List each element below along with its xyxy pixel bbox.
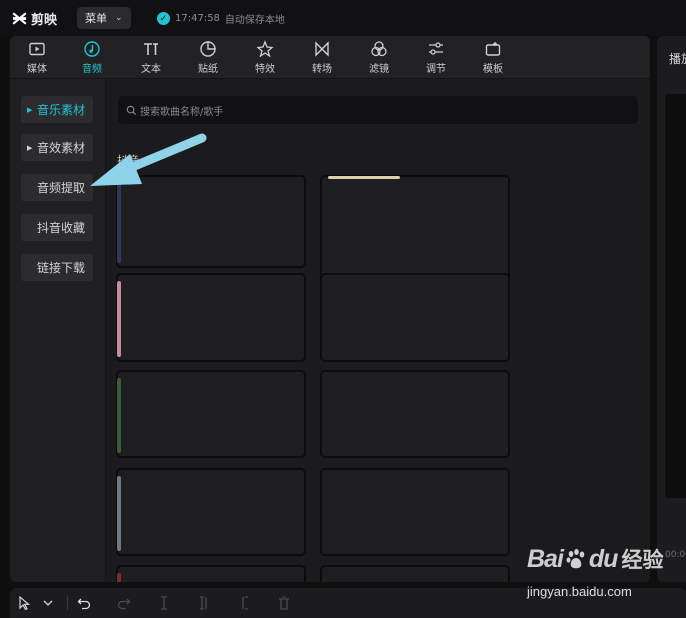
caret-right-icon: ▶	[27, 105, 33, 114]
section-label: 抖音	[117, 154, 139, 167]
sidebar-item-link-download[interactable]: 链接下载	[21, 254, 93, 281]
cover-thumbnail	[117, 183, 121, 263]
top-bar: 剪映 菜单 ⌄ ✓ 17:47:58 自动保存本地	[0, 0, 686, 36]
player-panel: 播放器 00:00	[657, 36, 686, 582]
search-icon	[126, 105, 137, 115]
save-time: 17:47:58	[175, 13, 220, 24]
sidebar-item-douyin-favorites[interactable]: 抖音收藏	[21, 214, 93, 241]
adjust-icon	[429, 42, 443, 55]
player-title: 播放器	[669, 52, 686, 66]
search-input[interactable]: 搜索歌曲名称/歌手	[118, 96, 638, 124]
paw-icon	[566, 549, 585, 569]
music-card[interactable]	[116, 273, 306, 362]
watermark-brand: Bai du 经验	[527, 544, 663, 574]
tab-label: 滤镜	[369, 64, 389, 75]
tab-audio[interactable]: 音频	[69, 40, 115, 75]
tab-label: 贴纸	[198, 64, 218, 75]
tab-label: 转场	[312, 64, 332, 75]
tab-media[interactable]: 媒体	[14, 40, 60, 75]
sidebar-item-label: 抖音收藏	[37, 221, 86, 235]
cover-thumbnail	[117, 378, 121, 453]
music-content: 搜索歌曲名称/歌手 抖音	[106, 79, 650, 582]
sidebar-item-label: 音频提取	[37, 181, 86, 195]
music-card[interactable]	[116, 468, 306, 556]
delete-icon[interactable]	[276, 595, 292, 611]
menu-label: 菜单	[85, 12, 107, 25]
chevron-down-icon[interactable]	[40, 595, 56, 611]
trim-right-icon[interactable]	[236, 595, 252, 611]
music-card[interactable]	[320, 565, 510, 582]
effects-icon	[256, 40, 274, 58]
tab-label: 调节	[426, 64, 446, 75]
baidu-watermark: Bai du 经验 jingyan.baidu.com	[527, 544, 677, 606]
music-card[interactable]	[320, 468, 510, 556]
menu-button[interactable]: 菜单 ⌄	[77, 7, 131, 29]
music-card[interactable]	[116, 565, 306, 582]
sidebar-item-audio-extract[interactable]: 音频提取	[21, 174, 93, 201]
template-icon	[485, 42, 501, 56]
text-icon	[144, 43, 158, 55]
sidebar-item-sound-effects[interactable]: ▶ 音效素材	[21, 134, 93, 161]
tab-transition[interactable]: 转场	[299, 40, 345, 75]
save-text: 自动保存本地	[224, 15, 285, 26]
cover-thumbnail	[117, 573, 121, 582]
filter-icon	[371, 41, 387, 57]
audio-sidebar: ▶ 音乐素材 ▶ 音效素材 音频提取 抖音收藏 链接下载	[10, 79, 106, 582]
tab-label: 文本	[141, 64, 161, 75]
sidebar-item-label: 链接下载	[37, 261, 86, 275]
caret-right-icon: ▶	[27, 143, 33, 152]
check-icon: ✓	[157, 12, 170, 25]
redo-icon[interactable]	[116, 595, 132, 611]
toolbar-divider	[67, 596, 68, 610]
save-status: ✓ 17:47:58 自动保存本地	[157, 11, 285, 26]
player-viewport[interactable]	[665, 94, 686, 498]
capcut-logo-icon	[12, 12, 27, 25]
chevron-down-icon: ⌄	[115, 13, 123, 23]
tab-label: 媒体	[27, 64, 47, 75]
watermark-brand-left: Bai	[527, 544, 564, 573]
sticker-icon	[200, 41, 216, 57]
resource-panel: 媒体 音频 文本 贴纸 特效 转场 滤镜 调节 模板 ▶ 音乐素材 ▶ 音效素材…	[10, 36, 650, 582]
music-card[interactable]	[320, 273, 510, 362]
tab-label: 特效	[255, 64, 275, 75]
tab-text[interactable]: 文本	[128, 40, 174, 75]
tab-template[interactable]: 模板	[470, 40, 516, 75]
undo-icon[interactable]	[76, 595, 92, 611]
tab-effects[interactable]: 特效	[242, 40, 288, 75]
app-name: 剪映	[31, 13, 58, 28]
watermark-brand-right: du	[588, 544, 619, 573]
music-card[interactable]	[116, 175, 306, 268]
audio-icon	[84, 41, 100, 57]
sidebar-item-label: 音乐素材	[37, 103, 86, 117]
cover-thumbnail	[117, 281, 121, 357]
select-cursor-icon[interactable]	[17, 595, 33, 611]
split-icon[interactable]	[156, 595, 172, 611]
tab-adjust[interactable]: 调节	[413, 40, 459, 75]
music-card[interactable]	[116, 370, 306, 458]
sidebar-item-music[interactable]: ▶ 音乐素材	[21, 96, 93, 123]
tab-filter[interactable]: 滤镜	[356, 40, 402, 75]
watermark-brand-cn: 经验	[621, 548, 664, 572]
tab-label: 模板	[483, 64, 503, 75]
watermark-url: jingyan.baidu.com	[527, 584, 632, 599]
app-logo: 剪映	[12, 9, 57, 28]
search-placeholder: 搜索歌曲名称/歌手	[140, 106, 224, 118]
trim-left-icon[interactable]	[196, 595, 212, 611]
sidebar-item-label: 音效素材	[37, 141, 86, 155]
tab-label: 音频	[82, 64, 102, 75]
tab-sticker[interactable]: 贴纸	[185, 40, 231, 75]
transition-icon	[315, 41, 329, 57]
cover-thumbnail	[328, 176, 400, 179]
music-card[interactable]	[320, 370, 510, 458]
media-icon	[29, 42, 45, 56]
cover-thumbnail	[117, 476, 121, 551]
category-toolbar: 媒体 音频 文本 贴纸 特效 转场 滤镜 调节 模板	[10, 36, 650, 79]
